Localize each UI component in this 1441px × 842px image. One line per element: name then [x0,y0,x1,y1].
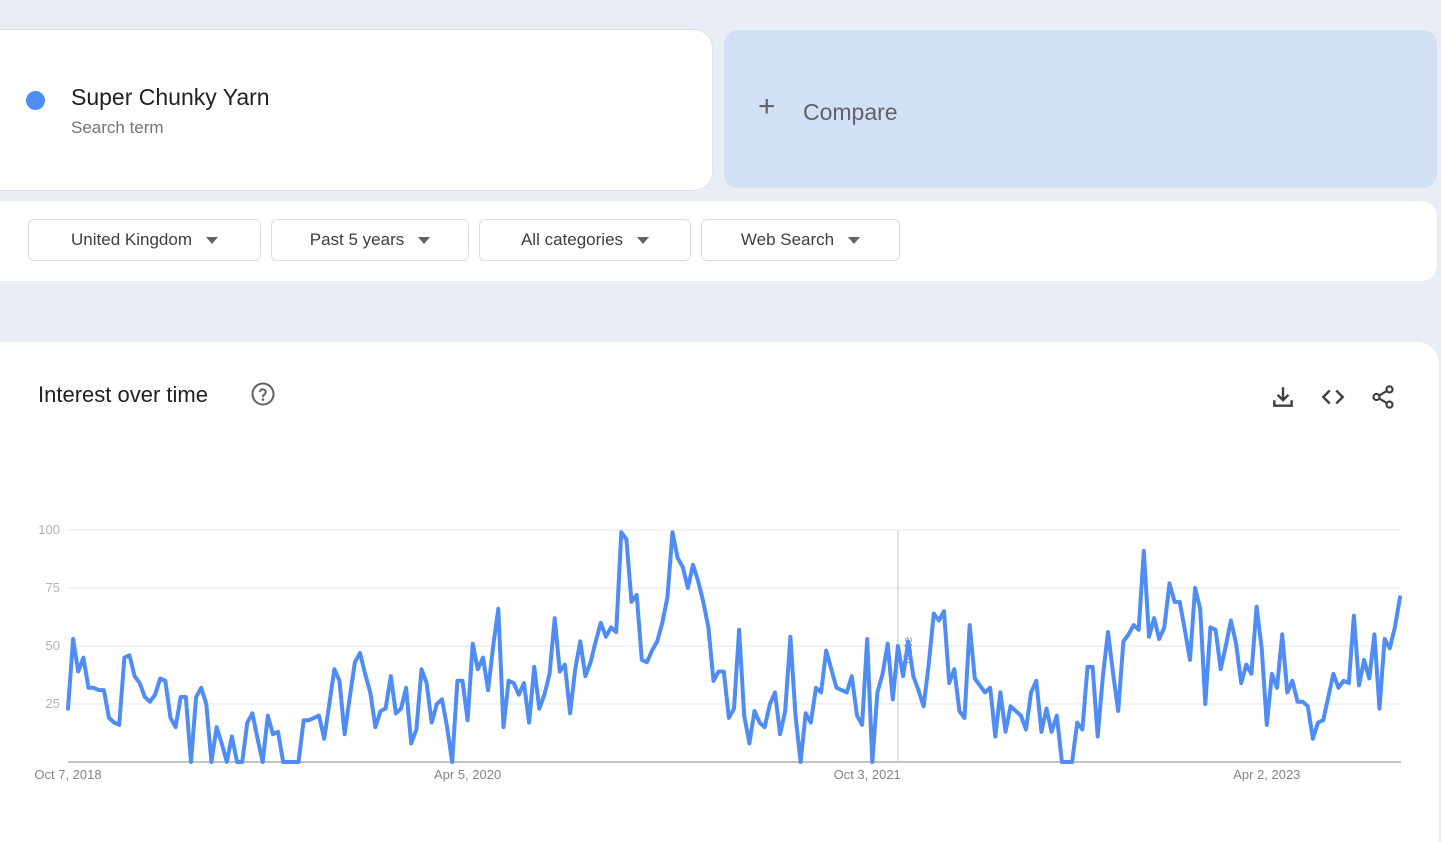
filter-category-dropdown[interactable]: All categories [479,219,691,261]
filter-region-dropdown[interactable]: United Kingdom [28,219,261,261]
filter-region-label: United Kingdom [71,230,192,249]
filter-category-label: All categories [520,230,624,249]
series-color-dot-icon [26,91,45,110]
caret-down-icon [637,236,650,244]
y-tick-label-75: 75 [46,580,60,595]
filter-search-type-label: Web Search [740,230,835,249]
filter-search-type-dropdown[interactable]: Web Search [701,219,900,261]
search-term-subtitle: Search term [71,118,164,137]
x-tick-label-2: Oct 3, 2021 [834,767,901,782]
x-tick-label-0: Oct 7, 2018 [34,767,101,782]
series-line-super-chunky-yarn [66,530,1402,764]
x-tick-label-1: Apr 5, 2020 [434,767,501,782]
y-tick-label-100: 100 [38,522,60,537]
search-term-card[interactable]: Super Chunky Yarn Search term [0,30,712,190]
filter-time-label: Past 5 years [309,230,405,249]
filter-time-dropdown[interactable]: Past 5 years [271,219,469,261]
compare-label: Compare [803,99,898,125]
caret-down-icon [418,236,431,244]
interest-over-time-chart: 255075100NoteOct 7, 2018 Apr 5, 2020 Oct 3… [34,522,1402,782]
y-tick-label-50: 50 [46,638,60,653]
search-term-title[interactable]: Super Chunky Yarn [71,84,270,111]
caret-down-icon [205,236,218,244]
plus-icon: + [758,90,776,123]
compare-button[interactable]: + Compare [724,30,1437,188]
y-tick-label-25: 25 [46,696,60,711]
x-tick-label-3: Apr 2, 2023 [1233,767,1300,782]
interest-over-time-card: Interest over time 25 50 75 100 Note Oct 7, 2… [0,342,1439,842]
caret-down-icon [848,236,861,244]
filters-bar: United Kingdom Past 5 years All categori… [0,201,1437,281]
